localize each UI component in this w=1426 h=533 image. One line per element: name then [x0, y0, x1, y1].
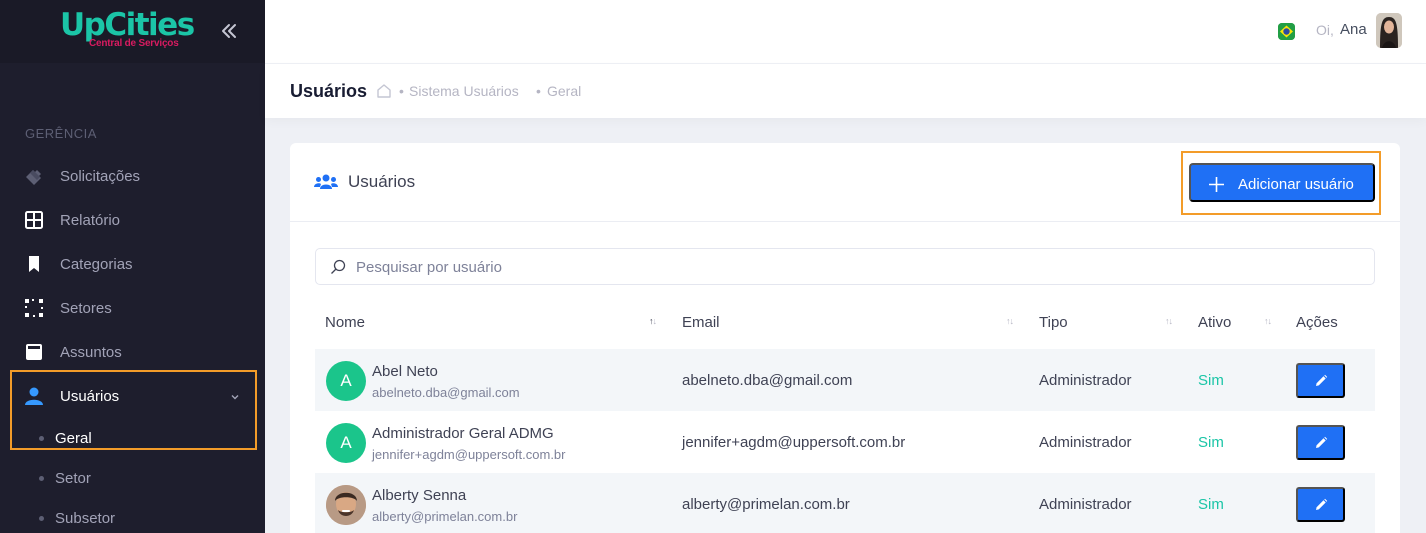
breadcrumb-separator: • — [399, 83, 404, 99]
grid-icon — [24, 210, 44, 230]
bookmark-icon — [24, 254, 44, 274]
sidebar-subitem-geral[interactable]: Geral — [0, 418, 265, 458]
logo-main-text: UpCities — [60, 7, 195, 43]
sidebar-item-categorias[interactable]: Categorias — [0, 242, 265, 286]
sidebar-subitem-label: Subsetor — [55, 509, 116, 527]
edit-button[interactable] — [1296, 487, 1345, 522]
avatar: A — [326, 361, 366, 401]
sidebar-item-label: Categorias — [60, 255, 133, 273]
sidebar-brand: UpCities Central de Serviços — [0, 0, 265, 63]
type-cell: Administrador — [1039, 434, 1132, 451]
user-avatar[interactable] — [1376, 13, 1402, 48]
logo-sub-text: Central de Serviços — [89, 38, 179, 49]
users-group-icon — [314, 173, 338, 191]
user-name[interactable]: Ana — [1340, 21, 1367, 38]
column-header-acoes: Ações — [1296, 314, 1338, 331]
chevron-down-icon — [229, 390, 241, 402]
plus-icon — [1208, 176, 1225, 193]
sort-icon[interactable]: ↑↓ — [1006, 316, 1014, 326]
add-user-button-label: Adicionar usuário — [1238, 176, 1354, 193]
sidebar-item-setores[interactable]: Setores — [0, 286, 265, 330]
add-user-button[interactable]: Adicionar usuário — [1189, 163, 1375, 202]
sidebar-item-assuntos[interactable]: Assuntos — [0, 330, 265, 374]
breadcrumb-item-geral[interactable]: Geral — [547, 83, 581, 99]
subheader: Usuários • Sistema Usuários • Geral — [265, 64, 1426, 118]
active-cell: Sim — [1198, 434, 1224, 451]
user-email-subtext: jennifer+agdm@uppersoft.com.br — [372, 447, 566, 462]
card-header: Usuários Adicionar usuário — [290, 143, 1400, 222]
sidebar-collapse-icon[interactable] — [218, 20, 240, 42]
bullet-icon — [39, 475, 44, 481]
table-row: A Abel Neto abelneto.dba@gmail.com abeln… — [315, 349, 1375, 411]
breadcrumb-item-sistema-usuarios[interactable]: Sistema Usuários — [409, 83, 519, 99]
edit-button[interactable] — [1296, 363, 1345, 398]
brazil-flag-icon[interactable] — [1278, 23, 1295, 40]
greeting-text: Oi, — [1316, 22, 1334, 38]
sort-icon[interactable]: ↑↓ — [1264, 316, 1272, 326]
active-cell: Sim — [1198, 372, 1224, 389]
sidebar-item-label: Relatório — [60, 211, 121, 229]
avatar: A — [326, 423, 366, 463]
bullet-icon — [39, 435, 44, 441]
sidebar-item-label: Assuntos — [60, 343, 122, 361]
edit-button[interactable] — [1296, 425, 1345, 460]
column-header-email[interactable]: Email — [682, 314, 720, 331]
avatar — [326, 485, 366, 525]
column-header-ativo[interactable]: Ativo — [1198, 314, 1231, 331]
search-input[interactable] — [356, 257, 1356, 277]
sidebar-subitem-label: Setor — [55, 469, 91, 487]
sidebar-subitem-subsetor[interactable]: Subsetor — [0, 498, 265, 533]
sidebar-item-solicitacoes[interactable]: Solicitações — [0, 154, 265, 198]
card-title: Usuários — [348, 172, 416, 191]
user-name-cell: Alberty Senna — [372, 487, 467, 504]
type-cell: Administrador — [1039, 496, 1132, 513]
user-icon — [24, 386, 44, 406]
user-email-subtext: alberty@primelan.com.br — [372, 509, 518, 524]
search-box[interactable] — [315, 248, 1375, 285]
sidebar-section-label: GERÊNCIA — [25, 126, 97, 141]
page-title: Usuários — [290, 81, 368, 101]
pencil-icon — [1315, 498, 1327, 510]
pencil-icon — [1315, 374, 1327, 386]
logo[interactable]: UpCities Central de Serviços — [60, 7, 195, 49]
email-cell: alberty@primelan.com.br — [682, 496, 850, 513]
sidebar: UpCities Central de Serviços GERÊNCIA So… — [0, 0, 265, 533]
email-cell: jennifer+agdm@uppersoft.com.br — [682, 434, 906, 451]
search-icon — [330, 259, 346, 275]
sidebar-item-relatorio[interactable]: Relatório — [0, 198, 265, 242]
user-name-cell: Abel Neto — [372, 363, 438, 380]
table-row: A Administrador Geral ADMG jennifer+agdm… — [315, 411, 1375, 473]
sidebar-subitem-setor[interactable]: Setor — [0, 458, 265, 498]
sidebar-item-label: Usuários — [60, 387, 120, 405]
sidebar-item-usuarios[interactable]: Usuários — [0, 374, 265, 418]
column-header-nome[interactable]: Nome — [325, 314, 365, 331]
sidebar-item-label: Solicitações — [60, 167, 141, 185]
sort-icon[interactable]: ↑↓ — [1165, 316, 1173, 326]
sidebar-subitem-label: Geral — [55, 429, 92, 447]
column-header-tipo[interactable]: Tipo — [1039, 314, 1068, 331]
sidebar-item-label: Setores — [60, 299, 112, 317]
email-cell: abelneto.dba@gmail.com — [682, 372, 853, 389]
user-name-cell: Administrador Geral ADMG — [372, 425, 554, 442]
home-icon[interactable] — [376, 83, 392, 99]
ticket-icon — [24, 166, 44, 186]
type-cell: Administrador — [1039, 372, 1132, 389]
table-row: Alberty Senna alberty@primelan.com.br al… — [315, 473, 1375, 533]
user-email-subtext: abelneto.dba@gmail.com — [372, 385, 520, 400]
pencil-icon — [1315, 436, 1327, 448]
bullet-icon — [39, 515, 44, 521]
note-icon — [24, 342, 44, 362]
topbar: Oi, Ana — [265, 0, 1426, 63]
dotted-square-icon — [24, 298, 44, 318]
sort-asc-icon[interactable]: ↑↓ — [649, 316, 657, 326]
breadcrumb-separator: • — [536, 83, 541, 99]
users-card: Usuários Adicionar usuário Nome ↑↓ Email… — [290, 143, 1400, 533]
active-cell: Sim — [1198, 496, 1224, 513]
